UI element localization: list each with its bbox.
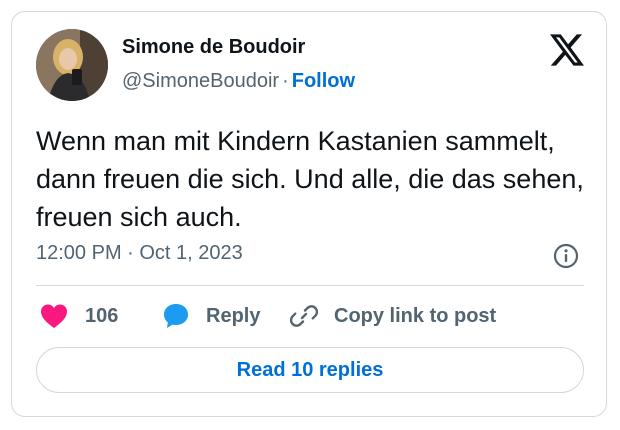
info-icon[interactable] bbox=[553, 243, 579, 269]
like-button[interactable]: 106 bbox=[40, 301, 118, 331]
author-handle-row: @SimoneBoudoir · Follow bbox=[122, 70, 355, 93]
avatar[interactable] bbox=[36, 29, 108, 101]
reply-button[interactable]: Reply bbox=[162, 301, 260, 331]
read-replies-button[interactable]: Read 10 replies bbox=[36, 347, 584, 393]
embedded-post-card: Simone de Boudoir @SimoneBoudoir · Follow … bbox=[11, 11, 607, 417]
post-text: Wenn man mit Kindern Kastanien sammelt, … bbox=[36, 126, 584, 232]
copy-link-button[interactable]: Copy link to post bbox=[290, 301, 496, 331]
author-handle[interactable]: @SimoneBoudoir bbox=[122, 70, 279, 92]
follow-button[interactable]: Follow bbox=[292, 70, 355, 92]
author-display-name[interactable]: Simone de Boudoir bbox=[122, 36, 305, 59]
speech-bubble-icon bbox=[164, 304, 188, 328]
post-timestamp[interactable]: 12:00 PM · Oct 1, 2023 bbox=[36, 242, 243, 265]
reply-label: Reply bbox=[206, 304, 261, 327]
x-logo-icon[interactable] bbox=[550, 34, 584, 66]
separator-dot: · bbox=[282, 70, 289, 92]
like-count: 106 bbox=[85, 304, 119, 327]
heart-icon bbox=[41, 304, 67, 328]
link-icon bbox=[290, 305, 318, 327]
copy-link-label: Copy link to post bbox=[334, 304, 497, 327]
divider bbox=[36, 285, 584, 286]
